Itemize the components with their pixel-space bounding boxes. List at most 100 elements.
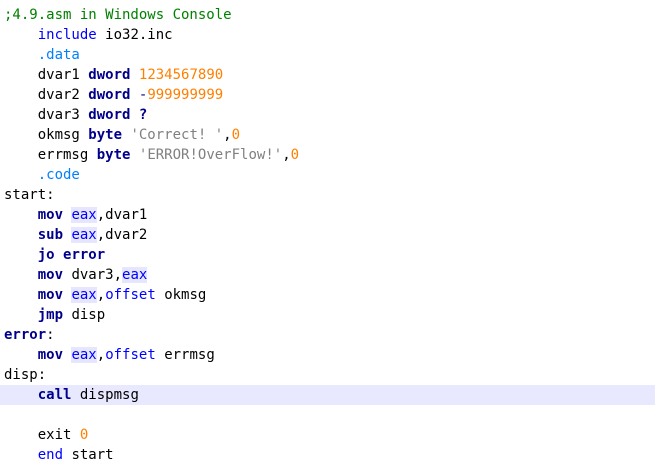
code-token-reg: eax	[122, 267, 148, 283]
code-line[interactable]: start:	[0, 185, 655, 205]
code-line[interactable]: .data	[0, 45, 655, 65]
code-token-plain: disp:	[4, 367, 47, 383]
code-token-section: .code	[37, 167, 80, 183]
code-token-plain: io32.inc	[96, 27, 173, 43]
code-line[interactable]: disp:	[0, 365, 655, 385]
code-line[interactable]	[0, 405, 655, 425]
code-token-plain: ,dvar1	[96, 207, 148, 223]
code-line[interactable]: mov eax,offset errmsg	[0, 345, 655, 365]
code-token-kw: jmp	[37, 307, 64, 323]
code-line[interactable]: sub eax,dvar2	[0, 225, 655, 245]
code-token-kw: jo	[37, 247, 55, 263]
code-token-kw: mov	[37, 347, 64, 363]
code-line[interactable]: okmsg byte 'Correct! ',0	[0, 125, 655, 145]
code-token-plain: :	[46, 327, 55, 343]
code-token-kw: error	[63, 247, 106, 263]
code-token-plain: okmsg	[37, 127, 89, 143]
code-token-directive: offset	[105, 347, 156, 363]
code-token-kw: byte	[88, 127, 123, 143]
code-token-plain: errmsg	[155, 347, 215, 363]
code-line[interactable]: jmp disp	[0, 305, 655, 325]
code-token-plain: dvar2	[37, 87, 89, 103]
code-token-plain: dispmsg	[71, 387, 139, 403]
code-line[interactable]: mov dvar3,eax	[0, 265, 655, 285]
code-token-kw: mov	[37, 267, 64, 283]
code-token-plain: ,dvar2	[96, 227, 148, 243]
code-token-kw: error	[4, 327, 47, 343]
code-line[interactable]: end start	[0, 445, 655, 465]
code-token-plain: dvar3,	[63, 267, 123, 283]
code-token-directive: end	[37, 447, 64, 463]
code-token-directive: include	[37, 27, 97, 43]
code-token-plain: errmsg	[37, 147, 97, 163]
code-token-plain: okmsg	[155, 287, 207, 303]
code-token-reg: eax	[71, 227, 97, 243]
code-token-kw: byte	[96, 147, 131, 163]
code-token-plain: exit	[37, 427, 80, 443]
code-line[interactable]: ;4.9.asm in Windows Console	[0, 5, 655, 25]
code-token-reg: eax	[71, 207, 97, 223]
code-token-num: 999999999	[147, 87, 224, 103]
code-token-plain: start:	[4, 187, 55, 203]
code-token-str: 'Correct! '	[130, 127, 224, 143]
code-token-kw: dword	[88, 107, 131, 123]
code-token-kw: sub	[37, 227, 64, 243]
code-token-num: 0	[290, 147, 300, 163]
code-token-reg: eax	[71, 347, 97, 363]
code-token-plain: disp	[63, 307, 106, 323]
code-token-kw: dword	[88, 67, 131, 83]
code-token-kw: mov	[37, 207, 64, 223]
code-line[interactable]: mov eax,dvar1	[0, 205, 655, 225]
code-line[interactable]: exit 0	[0, 425, 655, 445]
code-token-plain: start	[63, 447, 114, 463]
code-token-kw: ?	[138, 107, 148, 123]
code-token-kw: dword	[88, 87, 131, 103]
code-line[interactable]: errmsg byte 'ERROR!OverFlow!',0	[0, 145, 655, 165]
code-line[interactable]: dvar3 dword ?	[0, 105, 655, 125]
code-line[interactable]: mov eax,offset okmsg	[0, 285, 655, 305]
code-line-current[interactable]: call dispmsg	[0, 385, 655, 405]
code-token-num: 0	[79, 427, 89, 443]
code-line[interactable]: dvar2 dword -999999999	[0, 85, 655, 105]
code-token-comment: ;4.9.asm in Windows Console	[4, 7, 232, 23]
code-token-plain: dvar3	[37, 107, 89, 123]
code-line[interactable]: error:	[0, 325, 655, 345]
code-token-str: 'ERROR!OverFlow!'	[138, 147, 283, 163]
code-editor[interactable]: ;4.9.asm in Windows Console include io32…	[0, 5, 655, 469]
code-token-plain: dvar1	[37, 67, 89, 83]
code-line[interactable]: include io32.inc	[0, 25, 655, 45]
code-line[interactable]: jo error	[0, 245, 655, 265]
code-token-kw: mov	[37, 287, 64, 303]
code-token-num: 1234567890	[138, 67, 224, 83]
code-token-directive: offset	[105, 287, 156, 303]
code-token-plain: ,	[96, 287, 106, 303]
code-token-plain: ,	[96, 347, 106, 363]
code-token-reg: eax	[71, 287, 97, 303]
code-token-plain: ,	[282, 147, 291, 163]
code-token-kw: call	[37, 387, 72, 403]
code-token-plain: ,	[223, 127, 232, 143]
code-line[interactable]: .code	[0, 165, 655, 185]
code-line[interactable]: dvar1 dword 1234567890	[0, 65, 655, 85]
